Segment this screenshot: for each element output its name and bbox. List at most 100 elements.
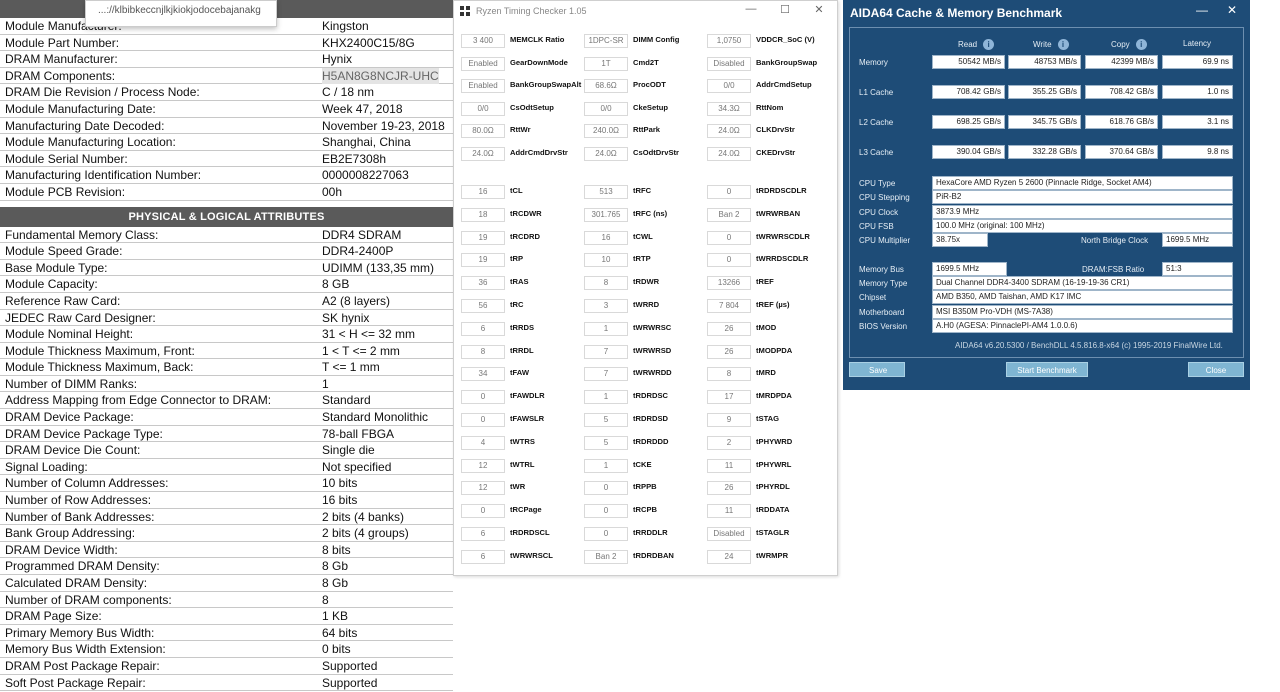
timing-cell: 10 tRTP (577, 253, 699, 268)
start-benchmark-button[interactable]: Start Benchmark (1006, 362, 1088, 377)
timing-cell: 68.6Ω ProcODT (577, 79, 699, 94)
table-row: Number of DIMM Ranks: 1 (0, 376, 453, 393)
save-button[interactable]: Save (849, 362, 905, 377)
timing-value: 0 (461, 413, 505, 427)
timing-label: tWRRD (633, 300, 660, 309)
timing-cell: 7 tWRWRDD (577, 367, 699, 382)
timing-value: 56 (461, 299, 505, 313)
table-row: Module Manufacturing Date: Week 47, 2018 (0, 101, 453, 118)
system-info-value: A.H0 (AGESA: PinnaclePI-AM4 1.0.0.6) (932, 318, 1233, 333)
column-header: Latency (1183, 39, 1211, 48)
row-label: Module Capacity: (5, 277, 98, 292)
table-row: Number of DRAM components: 8 (0, 592, 453, 609)
timing-cell: 24.0Ω CKEDrvStr (700, 147, 822, 161)
timing-label: tPHYWRD (756, 436, 793, 446)
timing-value: 8 (584, 276, 628, 291)
cpu-info-label: CPU Type (859, 179, 896, 188)
info-icon[interactable]: i (983, 39, 995, 50)
timing-cell: 5 tRDRDDD (577, 435, 699, 450)
timing-cell: 26 tMOD (700, 321, 822, 336)
write-value: 332.28 GB/s (1008, 145, 1081, 159)
read-value: 50542 MB/s (932, 55, 1005, 69)
timing-cell: 34.3Ω RttNom (700, 101, 822, 116)
timing-cell: Ban 2 tWRWRBAN (700, 207, 822, 222)
timing-label: tWRWRDD (633, 368, 672, 378)
table-row: Calculated DRAM Density: 8 Gb (0, 575, 453, 592)
timing-value: 19 (461, 253, 505, 268)
column-header-label: Read (958, 40, 978, 49)
minimize-button[interactable]: — (738, 3, 764, 15)
timing-cell: 0 tRCPage (454, 504, 576, 519)
memory-bus-value: 1699.5 MHz (932, 262, 1007, 276)
copy-value: 370.64 GB/s (1085, 145, 1158, 159)
timing-cell: 0/0 CsOdtSetup (454, 101, 576, 116)
timing-cell: 0 tWRRDSCDLR (700, 253, 822, 268)
spd-info-panel: PTION Module Manufacturer:KingstonModule… (0, 0, 453, 692)
aida-close-dialog-button[interactable]: Close (1188, 362, 1244, 377)
row-value: 8 Gb (322, 559, 349, 574)
dram-fsb-ratio-value: 51:3 (1162, 262, 1233, 276)
timing-value: 19 (461, 230, 505, 245)
row-label: Number of DRAM components: (5, 592, 172, 607)
maximize-button[interactable]: ☐ (772, 3, 798, 16)
row-value: 8 GB (322, 277, 350, 292)
timing-cell: 26 tMODPDA (700, 344, 822, 359)
timing-value: Disabled (707, 527, 751, 541)
timing-cell: Disabled tSTAGLR (700, 527, 822, 541)
row-label: JEDEC Raw Card Designer: (5, 310, 156, 325)
timing-value: 0 (461, 390, 505, 405)
timing-label: tMRDPDA (756, 391, 792, 401)
aida-window-title: AIDA64 Cache & Memory Benchmark (850, 6, 1063, 20)
table-row: DRAM Manufacturer: Hynix (0, 51, 453, 68)
column-header-label: Latency (1183, 39, 1212, 48)
copy-value: 42399 MB/s (1085, 55, 1158, 69)
timing-label: tRDWR (633, 277, 660, 287)
timing-cell: 24.0Ω CLKDrvStr (700, 124, 822, 139)
aida-close-button[interactable]: ✕ (1227, 3, 1237, 17)
timing-label: RttNom (756, 102, 784, 112)
timing-cell: 8 tMRD (700, 367, 822, 382)
timing-cell: 1 tRDRDSC (577, 390, 699, 405)
timing-cell: 17 tMRDPDA (700, 390, 822, 405)
timing-label: tRPPB (633, 482, 657, 492)
row-label: Module Nominal Height: (5, 327, 134, 342)
timing-cell: 8 tRRDL (454, 344, 576, 359)
timing-value: 16 (461, 185, 505, 199)
section-header-physical-logical: PHYSICAL & LOGICAL ATTRIBUTES (0, 206, 453, 227)
timing-value: 1 (584, 390, 628, 405)
info-icon[interactable]: i (1057, 39, 1069, 50)
rtc-window-title: Ryzen Timing Checker 1.05 (476, 6, 587, 16)
timing-label: BankGroupSwapAlt (510, 80, 582, 90)
info-icon[interactable]: i (1135, 39, 1147, 50)
timing-value: 0 (584, 481, 628, 496)
spd-table-general: Module Manufacturer: Kingston Module Part … (0, 18, 453, 201)
timing-cell: 513 tRFC (577, 185, 699, 199)
row-label: Address Mapping from Edge Connector to D… (5, 393, 272, 408)
timing-label: GearDownMode (510, 57, 568, 67)
timing-cell: 0 tRRDDLR (577, 527, 699, 541)
timing-value: Ban 2 (584, 549, 628, 564)
row-label: Reference Raw Card: (5, 293, 121, 308)
row-value: November 19-23, 2018 (322, 118, 445, 133)
timing-value: Enabled (461, 79, 505, 94)
timing-value: 24.0Ω (584, 147, 628, 161)
timing-cell: 24.0Ω CsOdtDrvStr (577, 147, 699, 161)
timing-cell: 0/0 CkeSetup (577, 101, 699, 116)
timing-value: 5 (584, 435, 628, 450)
row-value: UDIMM (133,35 mm) (322, 260, 435, 275)
latency-value: 1.0 ns (1162, 85, 1233, 99)
aida-minimize-button[interactable]: — (1196, 3, 1208, 17)
timing-cell: 1DPC-SR DIMM Config (577, 34, 699, 48)
timing-value: 0/0 (707, 79, 751, 94)
table-row: Module Speed Grade: DDR4-2400P (0, 243, 453, 260)
close-button[interactable]: ✕ (806, 3, 832, 16)
timing-label: tCL (510, 186, 523, 195)
row-label: DRAM Manufacturer: (5, 52, 118, 67)
row-label: Memory Bus Width Extension: (5, 642, 166, 657)
timing-label: tWRMPR (756, 550, 789, 560)
write-value: 355.25 GB/s (1008, 85, 1081, 99)
timing-value: 24.0Ω (707, 147, 751, 161)
timing-cell: 56 tRC (454, 299, 576, 313)
timing-label: tWRRDSCDLR (756, 254, 809, 264)
table-row: Address Mapping from Edge Connector to D… (0, 392, 453, 410)
